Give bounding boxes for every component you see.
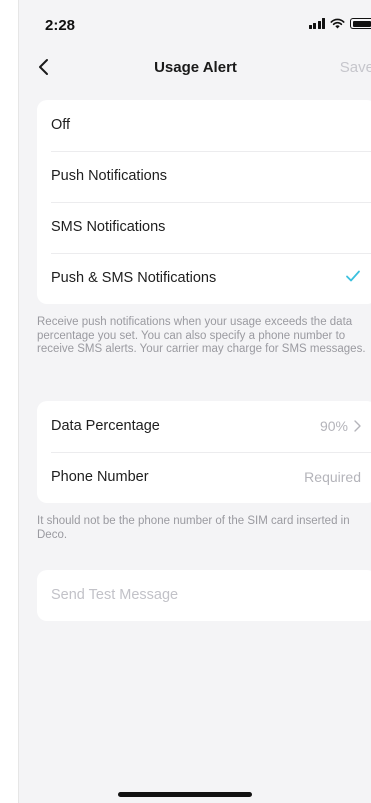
send-test-message-button[interactable]: Send Test Message: [37, 570, 371, 621]
data-percentage-value-group: 90%: [320, 418, 361, 434]
option-label: Off: [51, 117, 71, 133]
settings-list: Data Percentage 90% Phone Number Require…: [37, 401, 371, 503]
option-label: Push & SMS Notifications: [51, 270, 217, 286]
wifi-icon: [330, 18, 345, 29]
phone-number-note: It should not be the phone number of the…: [37, 515, 350, 541]
option-off[interactable]: Off: [37, 100, 371, 151]
option-label: Push Notifications: [51, 168, 168, 184]
option-push-notifications[interactable]: Push Notifications: [37, 151, 371, 202]
battery-icon: [350, 18, 371, 29]
phone-number-row[interactable]: Phone Number Required: [37, 452, 371, 503]
option-push-and-sms-notifications[interactable]: Push & SMS Notifications: [37, 253, 371, 304]
signal-icon: [308, 18, 325, 29]
send-test-message-label: Send Test Message: [51, 587, 179, 603]
save-button[interactable]: Save: [340, 59, 371, 76]
option-sms-notifications[interactable]: SMS Notifications: [37, 202, 371, 253]
page-title: Usage Alert: [154, 59, 237, 76]
status-time: 2:28: [45, 17, 76, 34]
checkmark-icon: [346, 270, 360, 282]
data-percentage-value: 90%: [319, 418, 348, 434]
phone-number-label: Phone Number: [51, 469, 149, 485]
alert-options-list: Off Push Notifications SMS Notifications…: [37, 100, 371, 304]
data-percentage-label: Data Percentage: [51, 418, 160, 434]
data-percentage-row[interactable]: Data Percentage 90%: [37, 401, 371, 452]
option-label: SMS Notifications: [51, 219, 166, 235]
status-bar: 2:28: [19, 0, 371, 46]
home-indicator: [118, 792, 252, 797]
navigation-bar: Usage Alert Save: [19, 46, 371, 90]
test-message-card: Send Test Message: [37, 570, 371, 621]
alert-description: Receive push notifications when your usa…: [37, 316, 366, 355]
phone-number-field[interactable]: Required: [304, 469, 361, 485]
status-icons: [308, 18, 371, 29]
chevron-right-icon: [354, 420, 361, 432]
app-screen: 2:28 Usage Alert Save Off Push Notificat…: [18, 0, 371, 803]
